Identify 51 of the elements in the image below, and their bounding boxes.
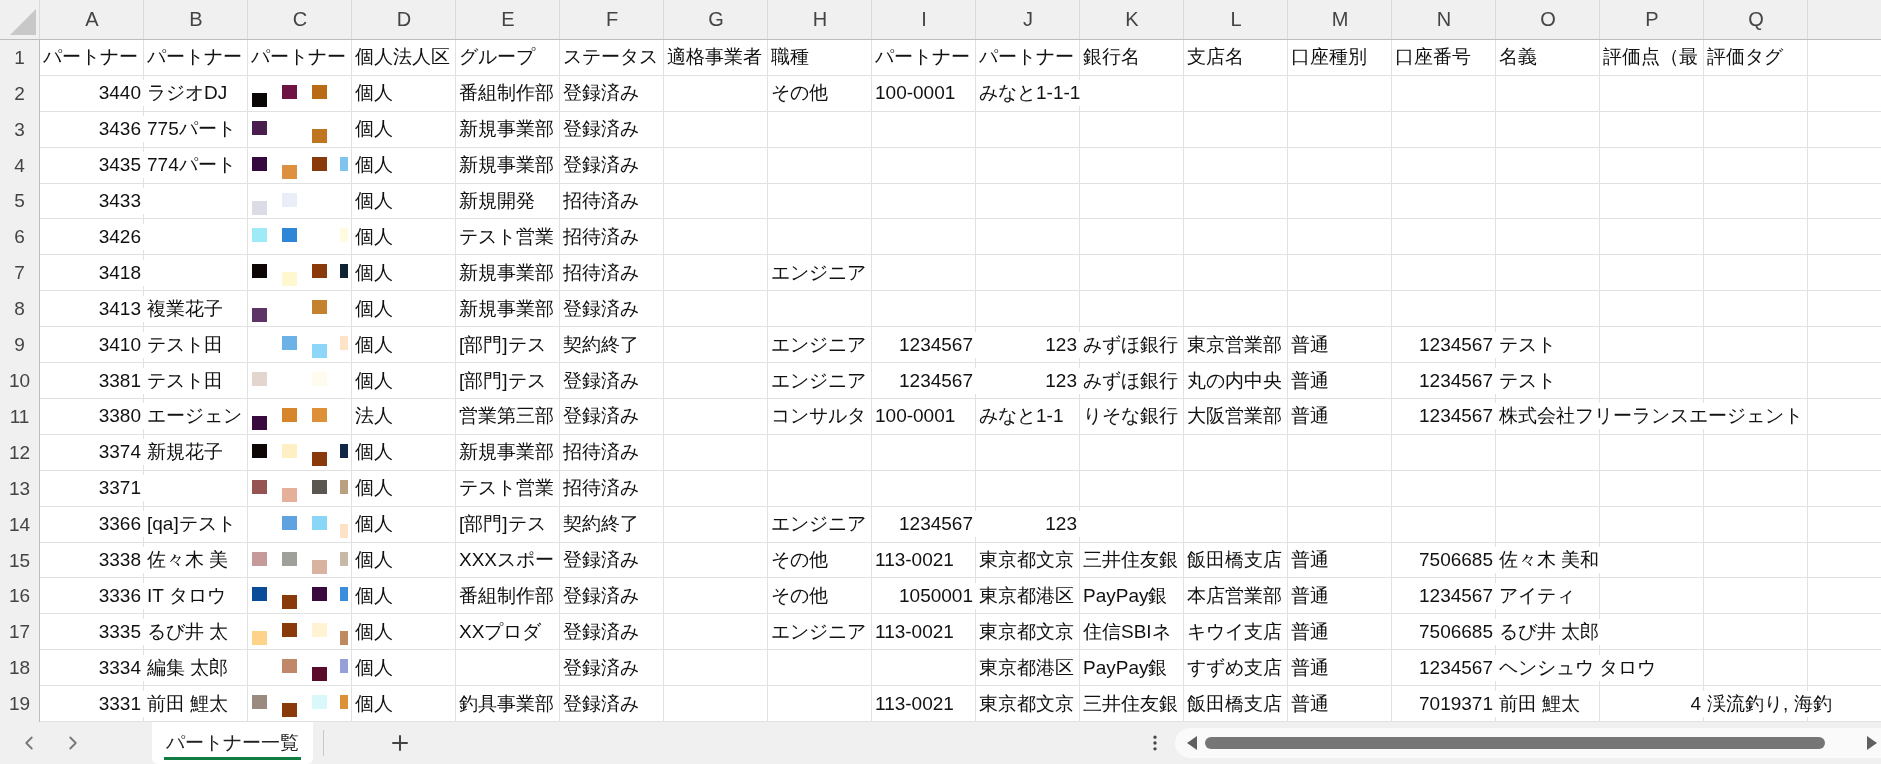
column-header[interactable]: J (976, 0, 1080, 39)
row-header[interactable]: 9 (0, 327, 40, 364)
column-header[interactable]: M (1288, 0, 1392, 39)
column-header[interactable]: B (144, 0, 248, 39)
pixelation-drawing (252, 192, 297, 215)
cell-text: すずめ支店 (1184, 654, 1285, 681)
row-header[interactable]: 6 (0, 219, 40, 256)
row-header[interactable]: 19 (0, 686, 40, 722)
cell-number: 4 (1687, 690, 1704, 717)
cell-text: 佐々木 美和 (1496, 547, 1603, 574)
column-header[interactable]: E (456, 0, 560, 39)
row-header[interactable]: 17 (0, 614, 40, 651)
row-header[interactable]: 15 (0, 542, 40, 579)
scroll-left-icon[interactable] (1187, 736, 1197, 750)
row-header[interactable]: 3 (0, 111, 40, 148)
row-header[interactable]: 13 (0, 470, 40, 507)
row-header[interactable]: 8 (0, 291, 40, 328)
cell-number: 7506685 (1416, 547, 1496, 574)
row-header[interactable]: 2 (0, 75, 40, 112)
column-header[interactable]: H (768, 0, 872, 39)
column-header[interactable]: N (1392, 0, 1496, 39)
column-header[interactable]: L (1184, 0, 1288, 39)
column-header[interactable]: Q (1704, 0, 1808, 39)
cell-number: 7019371 (1416, 690, 1496, 717)
column-header[interactable]: A (40, 0, 144, 39)
pixelation-drawing (282, 515, 348, 538)
row-header[interactable]: 7 (0, 255, 40, 292)
row-header[interactable]: 11 (0, 398, 40, 435)
column-header[interactable]: P (1600, 0, 1704, 39)
sheet-tab[interactable]: パートナー一覧 (152, 722, 313, 764)
column-header[interactable]: F (560, 0, 664, 39)
column-header[interactable]: K (1080, 0, 1184, 39)
column-header[interactable]: O (1496, 0, 1600, 39)
column-header[interactable]: I (872, 0, 976, 39)
row-header[interactable]: 4 (0, 147, 40, 184)
column-header[interactable]: C (248, 0, 352, 39)
column-header[interactable]: G (664, 0, 768, 39)
column-header[interactable]: D (352, 0, 456, 39)
scroll-right-icon[interactable] (1867, 736, 1877, 750)
row-header[interactable]: 18 (0, 650, 40, 687)
cell-number: 7506685 (1416, 618, 1496, 645)
horizontal-scrollbar[interactable] (1175, 728, 1881, 758)
pixelation-drawing (282, 336, 348, 359)
row-header[interactable]: 5 (0, 183, 40, 220)
row-header[interactable]: 10 (0, 363, 40, 399)
row-header[interactable]: 16 (0, 578, 40, 615)
pixelation-drawing (282, 659, 348, 682)
row-header[interactable]: 12 (0, 434, 40, 471)
scrollbar-thumb[interactable] (1205, 737, 1825, 749)
row-header[interactable]: 1 (0, 39, 40, 76)
row-header[interactable]: 14 (0, 506, 40, 543)
